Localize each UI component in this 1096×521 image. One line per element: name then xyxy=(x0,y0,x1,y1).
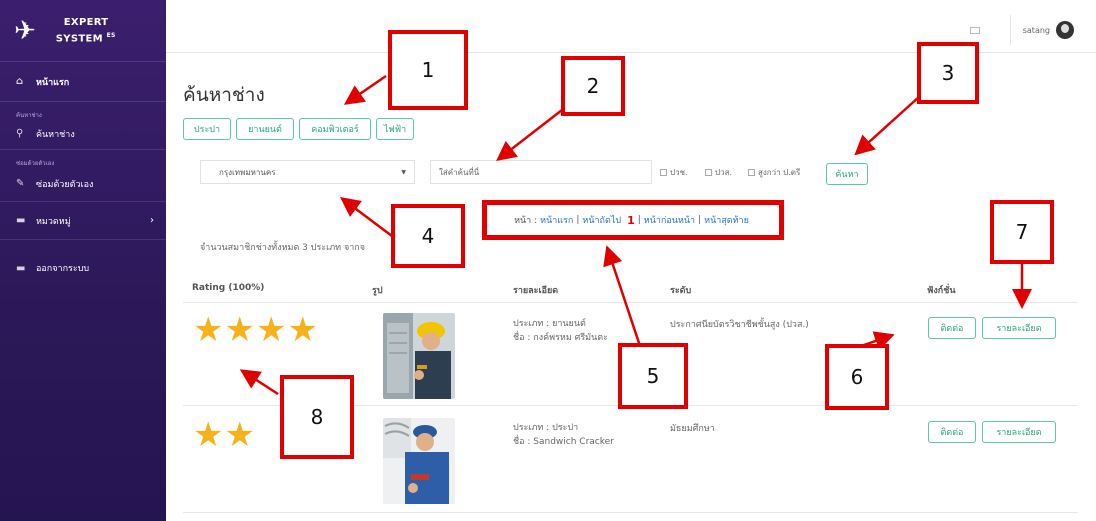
annotation-box-7: 7 xyxy=(990,200,1054,264)
annotation-box-2: 2 xyxy=(561,56,625,116)
annotation-box-3: 3 xyxy=(917,42,979,104)
annotation-box-6: 6 xyxy=(825,344,889,410)
annotation-box-1: 1 xyxy=(388,30,468,110)
annotation-box-5: 5 xyxy=(618,343,688,409)
annotation-box-8: 8 xyxy=(280,375,354,459)
annotation-box-4: 4 xyxy=(391,204,465,268)
